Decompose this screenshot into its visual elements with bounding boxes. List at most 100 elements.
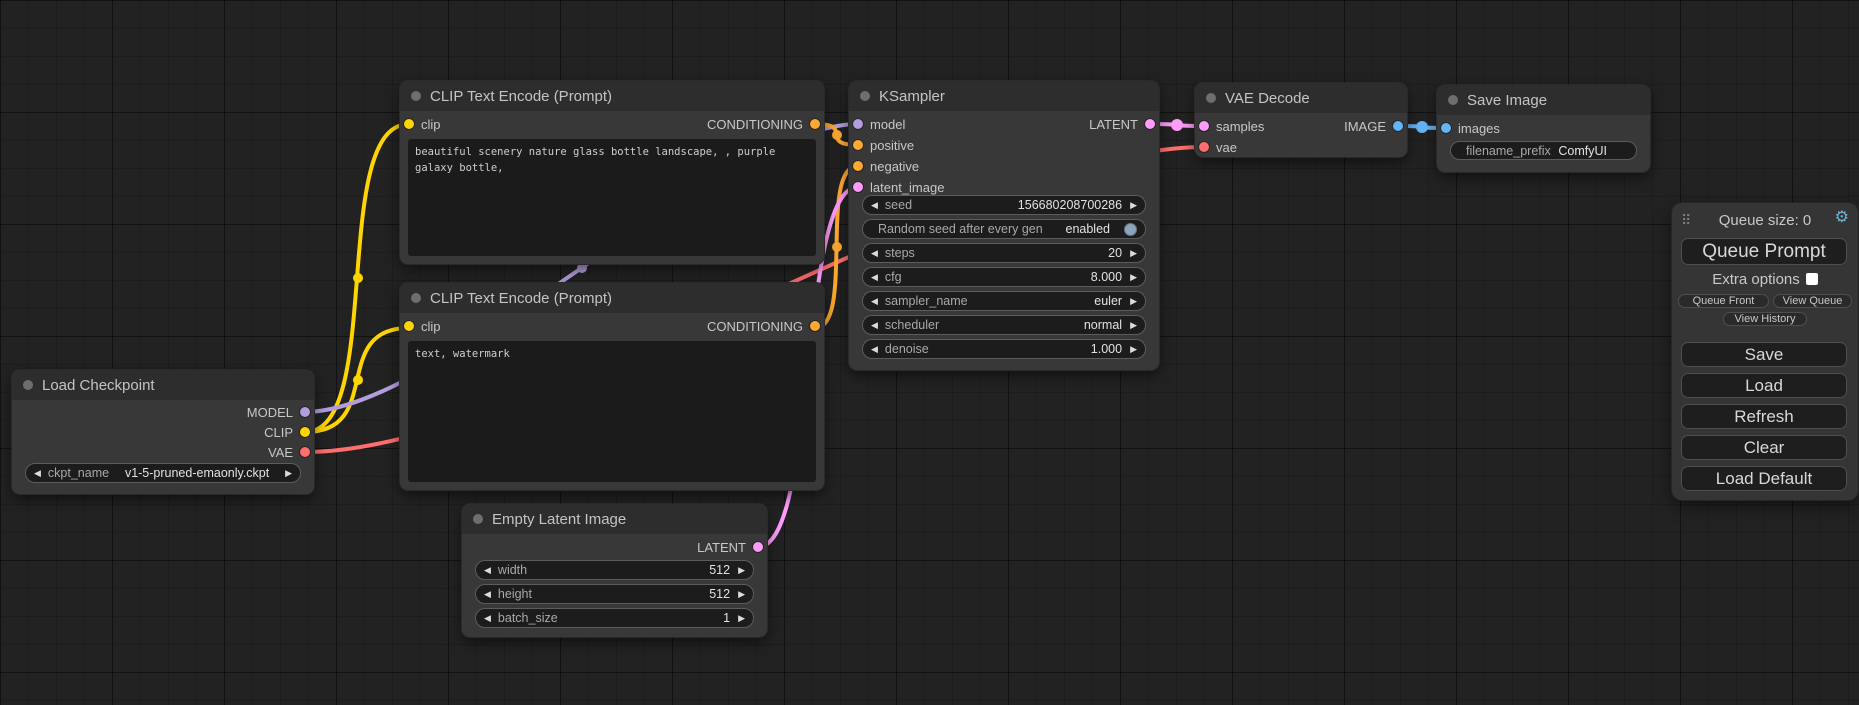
node-title-bar[interactable]: Load Checkpoint [12, 370, 314, 400]
decrement-arrow-icon[interactable]: ◀ [871, 297, 878, 306]
node-title-bar[interactable]: CLIP Text Encode (Prompt) [400, 283, 824, 313]
queue-front-button[interactable]: Queue Front [1678, 294, 1769, 308]
increment-arrow-icon[interactable]: ▶ [285, 469, 292, 478]
conditioning-output-port[interactable] [810, 119, 820, 129]
view-queue-button[interactable]: View Queue [1773, 294, 1852, 308]
seed-widget[interactable]: ◀ seed 156680208700286 ▶ [862, 195, 1146, 215]
link-dot [353, 375, 363, 385]
increment-arrow-icon[interactable]: ▶ [738, 614, 745, 623]
scheduler-widget[interactable]: ◀ scheduler normal ▶ [862, 315, 1146, 335]
decrement-arrow-icon[interactable]: ◀ [871, 249, 878, 258]
collapse-dot-icon[interactable] [473, 514, 483, 524]
steps-widget[interactable]: ◀ steps 20 ▶ [862, 243, 1146, 263]
increment-arrow-icon[interactable]: ▶ [1130, 249, 1137, 258]
output-label: CONDITIONING [707, 117, 803, 132]
load-button[interactable]: Load [1681, 373, 1847, 398]
increment-arrow-icon[interactable]: ▶ [1130, 321, 1137, 330]
widget-label: sampler_name [885, 294, 968, 308]
node-title-bar[interactable]: Save Image [1437, 85, 1650, 115]
image-output-port[interactable] [1393, 121, 1403, 131]
extra-options-row: Extra options [1672, 271, 1858, 287]
view-history-button[interactable]: View History [1723, 312, 1807, 326]
decrement-arrow-icon[interactable]: ◀ [871, 321, 878, 330]
queue-prompt-button[interactable]: Queue Prompt [1681, 238, 1847, 265]
collapse-dot-icon[interactable] [23, 380, 33, 390]
comfyui-canvas[interactable]: { "ui": { "arrow_left": "◀", "arrow_righ… [0, 0, 1859, 705]
node-title: CLIP Text Encode (Prompt) [430, 290, 612, 307]
increment-arrow-icon[interactable]: ▶ [738, 566, 745, 575]
increment-arrow-icon[interactable]: ▶ [1130, 297, 1137, 306]
load-default-button[interactable]: Load Default [1681, 466, 1847, 491]
decrement-arrow-icon[interactable]: ◀ [34, 469, 41, 478]
widget-label: width [498, 563, 527, 577]
latent-image-input-port[interactable] [853, 182, 863, 192]
settings-gear-icon[interactable]: ⚙ [1835, 210, 1849, 226]
prompt-textarea[interactable]: beautiful scenery nature glass bottle la… [408, 139, 816, 256]
clip-output-port[interactable] [300, 427, 310, 437]
cfg-widget[interactable]: ◀ cfg 8.000 ▶ [862, 267, 1146, 287]
widget-label: height [498, 587, 532, 601]
model-input-port[interactable] [853, 119, 863, 129]
negative-input-port[interactable] [853, 161, 863, 171]
latent-output-port[interactable] [1145, 119, 1155, 129]
decrement-arrow-icon[interactable]: ◀ [871, 273, 878, 282]
ckpt-name-widget[interactable]: ◀ ckpt_name v1-5-pruned-emaonly.ckpt ▶ [25, 463, 301, 483]
node-title-bar[interactable]: VAE Decode [1195, 83, 1407, 113]
increment-arrow-icon[interactable]: ▶ [1130, 201, 1137, 210]
collapse-dot-icon[interactable] [411, 293, 421, 303]
model-output-port[interactable] [300, 407, 310, 417]
random-seed-toggle-widget[interactable]: Random seed after every gen enabled [862, 219, 1146, 239]
collapse-dot-icon[interactable] [1206, 93, 1216, 103]
io-row: images [1437, 118, 1650, 138]
widget-value: euler [1094, 294, 1122, 308]
node-ksampler[interactable]: KSampler model LATENT positive negative … [849, 81, 1159, 370]
clear-button[interactable]: Clear [1681, 435, 1847, 460]
prompt-textarea[interactable]: text, watermark [408, 341, 816, 482]
widget-label: filename_prefix [1466, 144, 1551, 158]
clip-input-port[interactable] [404, 321, 414, 331]
collapse-dot-icon[interactable] [1448, 95, 1458, 105]
decrement-arrow-icon[interactable]: ◀ [484, 590, 491, 599]
collapse-dot-icon[interactable] [860, 91, 870, 101]
samples-input-port[interactable] [1199, 121, 1209, 131]
node-empty-latent-image[interactable]: Empty Latent Image LATENT ◀ width 512 ▶ … [462, 504, 767, 637]
batch-size-widget[interactable]: ◀ batch_size 1 ▶ [475, 608, 754, 628]
increment-arrow-icon[interactable]: ▶ [1130, 345, 1137, 354]
save-button[interactable]: Save [1681, 342, 1847, 367]
input-label: latent_image [870, 180, 944, 195]
vae-output-port[interactable] [300, 447, 310, 457]
decrement-arrow-icon[interactable]: ◀ [871, 201, 878, 210]
node-title-bar[interactable]: KSampler [849, 81, 1159, 111]
height-widget[interactable]: ◀ height 512 ▶ [475, 584, 754, 604]
decrement-arrow-icon[interactable]: ◀ [484, 614, 491, 623]
node-clip-text-encode-negative[interactable]: CLIP Text Encode (Prompt) clip CONDITION… [400, 283, 824, 490]
vae-input-port[interactable] [1199, 142, 1209, 152]
io-row: latent_image [849, 177, 1159, 197]
clip-input-port[interactable] [404, 119, 414, 129]
node-clip-text-encode-positive[interactable]: CLIP Text Encode (Prompt) clip CONDITION… [400, 81, 824, 264]
images-input-port[interactable] [1441, 123, 1451, 133]
node-title-bar[interactable]: Empty Latent Image [462, 504, 767, 534]
conditioning-output-port[interactable] [810, 321, 820, 331]
extra-options-checkbox[interactable] [1806, 273, 1818, 285]
output-row: LATENT [462, 537, 767, 557]
increment-arrow-icon[interactable]: ▶ [738, 590, 745, 599]
refresh-button[interactable]: Refresh [1681, 404, 1847, 429]
node-title-bar[interactable]: CLIP Text Encode (Prompt) [400, 81, 824, 111]
sampler-name-widget[interactable]: ◀ sampler_name euler ▶ [862, 291, 1146, 311]
node-vae-decode[interactable]: VAE Decode samples IMAGE vae [1195, 83, 1407, 157]
width-widget[interactable]: ◀ width 512 ▶ [475, 560, 754, 580]
decrement-arrow-icon[interactable]: ◀ [871, 345, 878, 354]
collapse-dot-icon[interactable] [411, 91, 421, 101]
output-label: MODEL [247, 405, 293, 420]
increment-arrow-icon[interactable]: ▶ [1130, 273, 1137, 282]
node-save-image[interactable]: Save Image images filename_prefix ComfyU… [1437, 85, 1650, 172]
node-load-checkpoint[interactable]: Load Checkpoint MODEL CLIP VAE ◀ ckpt_na… [12, 370, 314, 494]
positive-input-port[interactable] [853, 140, 863, 150]
filename-prefix-widget[interactable]: filename_prefix ComfyUI [1450, 141, 1637, 160]
widget-label: cfg [885, 270, 902, 284]
toggle-dot-icon[interactable] [1124, 223, 1137, 236]
denoise-widget[interactable]: ◀ denoise 1.000 ▶ [862, 339, 1146, 359]
latent-output-port[interactable] [753, 542, 763, 552]
decrement-arrow-icon[interactable]: ◀ [484, 566, 491, 575]
